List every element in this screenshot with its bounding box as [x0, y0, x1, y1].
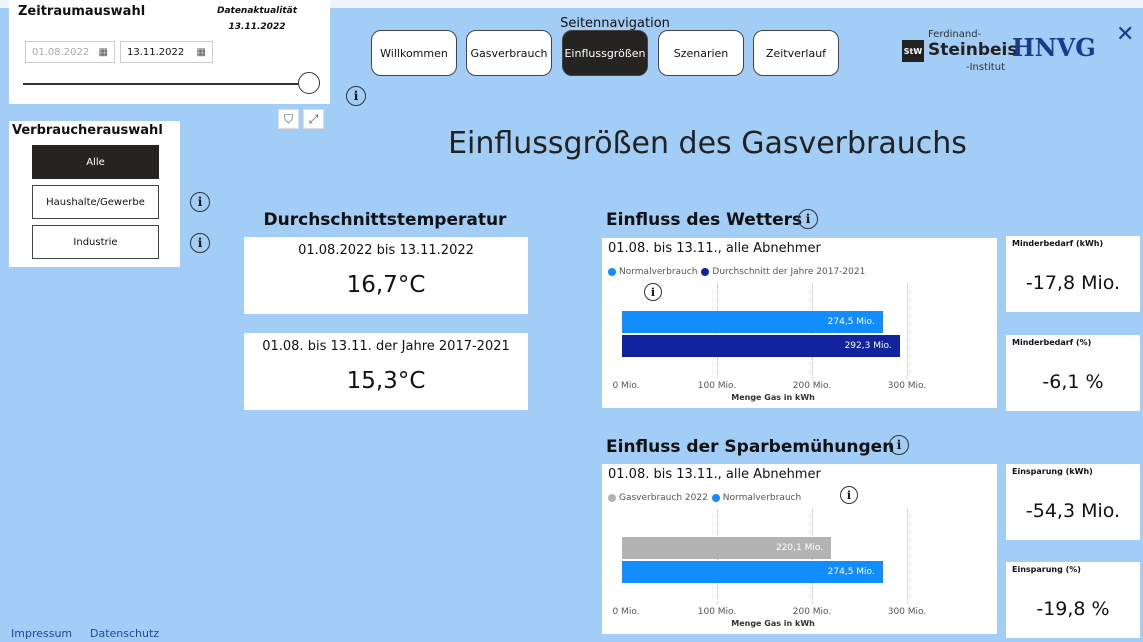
nav-gasverbrauch[interactable]: Gasverbrauch	[466, 30, 552, 76]
kpi-minderbedarf-kwh: Minderbedarf (kWh) -17,8 Mio.	[1006, 236, 1140, 312]
end-date-value: 13.11.2022	[127, 46, 185, 58]
legend-dot	[711, 494, 720, 502]
bar-normalverbrauch[interactable]: 274,5 Mio.	[622, 311, 883, 333]
temperature-hist-value: 15,3°C	[346, 368, 426, 394]
spar-chart: 01.08. bis 13.11., alle Abnehmer Gasverb…	[602, 464, 997, 634]
legend-label: Normalverbrauch	[619, 267, 698, 277]
nav-einflussgroessen[interactable]: Einflussgrößen	[562, 30, 648, 76]
legend-dot	[701, 268, 710, 276]
nav-szenarien[interactable]: Szenarien	[658, 30, 744, 76]
spar-heading: Einfluss der Sparbemühungen	[606, 437, 895, 457]
temperature-current-label: 01.08.2022 bis 13.11.2022	[298, 243, 474, 258]
option-industrie[interactable]: Industrie	[32, 225, 159, 259]
temperature-current-card: 01.08.2022 bis 13.11.2022 16,7°C	[244, 237, 528, 314]
x-tick-label: 300 Mio.	[887, 381, 927, 391]
x-tick-label: 100 Mio.	[697, 607, 737, 617]
kpi-minderbedarf-pct: Minderbedarf (%) -6,1 %	[1006, 335, 1140, 411]
kpi-value: -6,1 %	[1042, 371, 1104, 393]
x-tick-label: 100 Mio.	[697, 381, 737, 391]
steinbeis-logo-name: Steinbeis	[928, 40, 1018, 60]
nav-title: Seitennavigation	[560, 16, 670, 31]
info-icon[interactable]: i	[798, 209, 818, 229]
spar-chart-subtitle: 01.08. bis 13.11., alle Abnehmer	[608, 467, 821, 482]
info-icon[interactable]: i	[644, 283, 662, 301]
kpi-label: Minderbedarf (%)	[1012, 338, 1092, 347]
steinbeis-logo-text-top: Ferdinand-	[928, 29, 982, 40]
kpi-einsparung-kwh: Einsparung (kWh) -54,3 Mio.	[1006, 464, 1140, 540]
x-tick-label: 0 Mio.	[612, 607, 640, 617]
gridline	[907, 509, 908, 604]
page-title: Einflussgrößen des Gasverbrauchs	[448, 126, 967, 161]
nav-zeitverlauf[interactable]: Zeitverlauf	[753, 30, 839, 76]
x-tick-label: 300 Mio.	[887, 607, 927, 617]
temperature-hist-label: 01.08. bis 13.11. der Jahre 2017-2021	[262, 339, 510, 354]
kpi-value: -17,8 Mio.	[1025, 272, 1121, 294]
bar-data-label: 274,5 Mio.	[827, 567, 875, 577]
hnvg-logo: HNVG	[1012, 33, 1096, 62]
start-date-value: 01.08.2022	[32, 46, 90, 58]
legend-dot	[608, 268, 616, 276]
kpi-label: Einsparung (kWh)	[1012, 467, 1093, 476]
kpi-label: Einsparung (%)	[1012, 565, 1081, 574]
hnvg-logo-mark: ✕	[1116, 22, 1135, 47]
temperature-current-value: 16,7°C	[346, 272, 426, 298]
legend-label: Normalverbrauch	[722, 493, 802, 503]
bar-data-label: 220,1 Mio.	[775, 543, 824, 553]
option-alle[interactable]: Alle	[32, 145, 159, 179]
bar-data-label: 274,5 Mio.	[827, 317, 875, 327]
temperature-heading: Durchschnittstemperatur	[263, 210, 507, 230]
nav-willkommen[interactable]: Willkommen	[371, 30, 457, 76]
steinbeis-logo-mark: StW	[902, 40, 924, 62]
legend-dot	[608, 494, 616, 502]
end-date-input[interactable]: 13.11.2022 ▦	[120, 41, 213, 63]
date-slider-track[interactable]	[23, 83, 305, 85]
info-icon[interactable]: i	[889, 435, 909, 455]
chart-legend: Gasverbrauch 2022 Normalverbrauch	[608, 493, 801, 503]
steinbeis-logo-text-bottom: -Institut	[966, 62, 1005, 73]
calendar-icon[interactable]: ▦	[99, 47, 108, 58]
wetter-chart-subtitle: 01.08. bis 13.11., alle Abnehmer	[608, 241, 821, 256]
chart-legend: Normalverbrauch Durchschnitt der Jahre 2…	[608, 267, 865, 277]
filter-icon[interactable]: ⛉	[278, 109, 299, 129]
bar-normalverbrauch[interactable]: 274,5 Mio.	[622, 561, 883, 583]
wetter-heading: Einfluss des Wetters	[606, 210, 803, 230]
start-date-input[interactable]: 01.08.2022 ▦	[25, 41, 115, 63]
aktualitaet-label: Datenaktualität	[216, 6, 298, 16]
x-tick-label: 0 Mio.	[612, 381, 640, 391]
calendar-icon[interactable]: ▦	[197, 47, 206, 58]
option-haushalte-gewerbe[interactable]: Haushalte/Gewerbe	[32, 185, 159, 219]
date-slider-handle[interactable]	[298, 72, 320, 94]
kpi-value: -19,8 %	[1036, 598, 1110, 620]
focus-mode-icon[interactable]: ⤢	[303, 109, 324, 129]
bar-data-label: 292,3 Mio.	[844, 341, 892, 351]
bar-durchschnitt-der-jahre-2017-2021[interactable]: 292,3 Mio.	[622, 335, 900, 357]
info-icon[interactable]: i	[190, 192, 210, 212]
kpi-einsparung-pct: Einsparung (%) -19,8 %	[1006, 562, 1140, 638]
x-tick-label: 200 Mio.	[792, 607, 832, 617]
kpi-label: Minderbedarf (kWh)	[1012, 239, 1104, 248]
aktualitaet-date: 13.11.2022	[228, 22, 286, 32]
x-tick-label: 200 Mio.	[792, 381, 832, 391]
kpi-value: -54,3 Mio.	[1025, 500, 1121, 522]
verbraucher-title: Verbraucherauswahl	[12, 123, 163, 138]
legend-label: Durchschnitt der Jahre 2017-2021	[712, 267, 866, 277]
legend-label: Gasverbrauch 2022	[619, 493, 708, 503]
datenschutz-link[interactable]: Datenschutz	[90, 627, 159, 640]
info-icon[interactable]: i	[346, 86, 366, 106]
bar-gasverbrauch-2022[interactable]: 220,1 Mio.	[622, 537, 832, 559]
x-axis-label: Menge Gas in kWh	[731, 393, 815, 402]
gridline	[907, 283, 908, 378]
zeitraum-title: Zeitraumauswahl	[18, 4, 146, 19]
impressum-link[interactable]: Impressum	[11, 627, 72, 640]
x-axis-label: Menge Gas in kWh	[731, 619, 815, 628]
info-icon[interactable]: i	[840, 486, 858, 504]
temperature-hist-card: 01.08. bis 13.11. der Jahre 2017-2021 15…	[244, 333, 528, 410]
wetter-chart: 01.08. bis 13.11., alle Abnehmer Normalv…	[602, 238, 997, 408]
info-icon[interactable]: i	[190, 233, 210, 253]
